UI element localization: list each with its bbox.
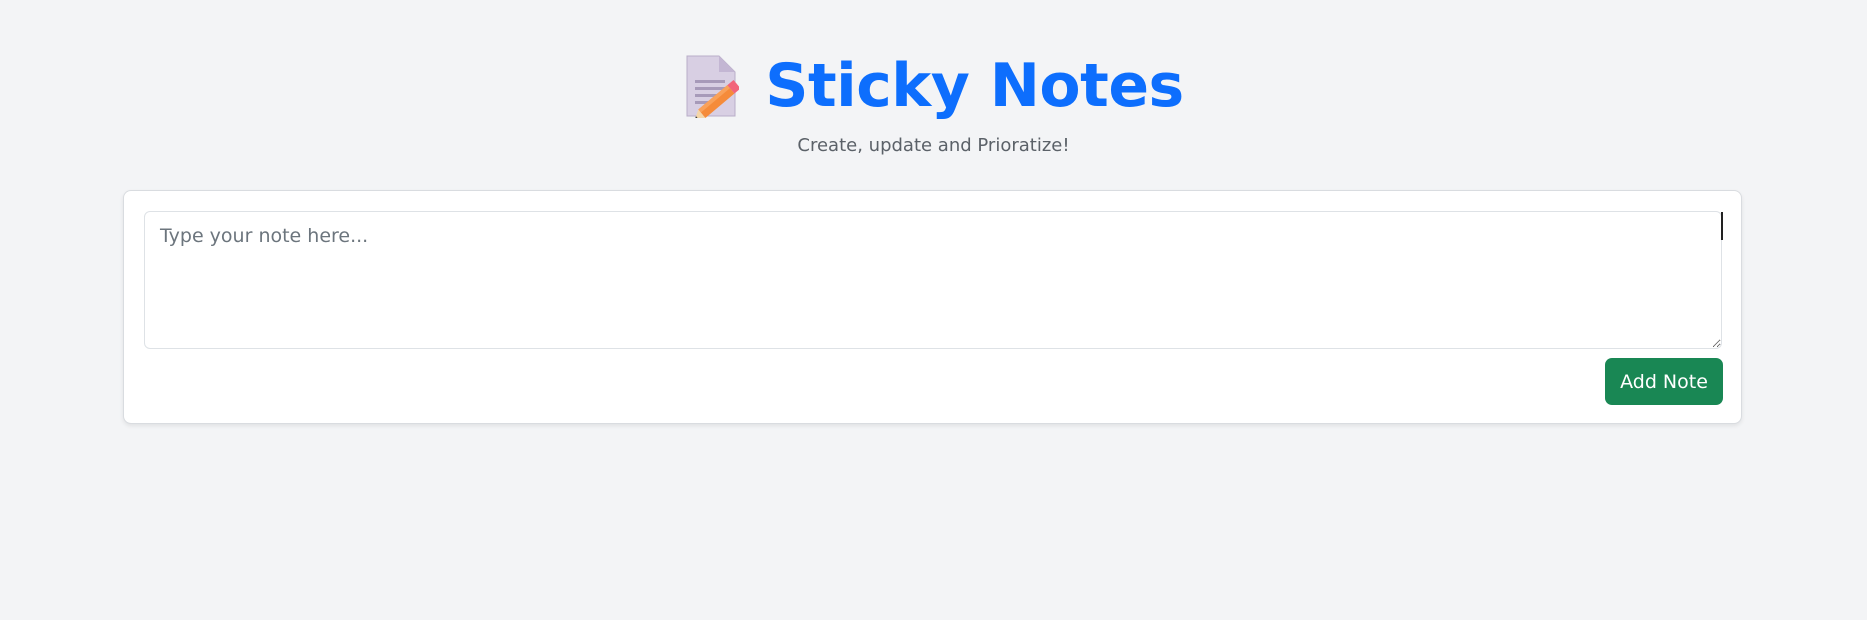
memo-icon bbox=[683, 54, 741, 120]
note-textarea[interactable] bbox=[144, 211, 1722, 349]
text-cursor bbox=[1721, 212, 1723, 240]
note-form-card: Add Note bbox=[123, 190, 1742, 424]
page-subtitle: Create, update and Prioratize! bbox=[797, 135, 1070, 156]
title-row: Sticky Notes bbox=[0, 50, 1867, 122]
add-note-button[interactable]: Add Note bbox=[1605, 358, 1723, 405]
page-title: Sticky Notes bbox=[765, 51, 1184, 121]
